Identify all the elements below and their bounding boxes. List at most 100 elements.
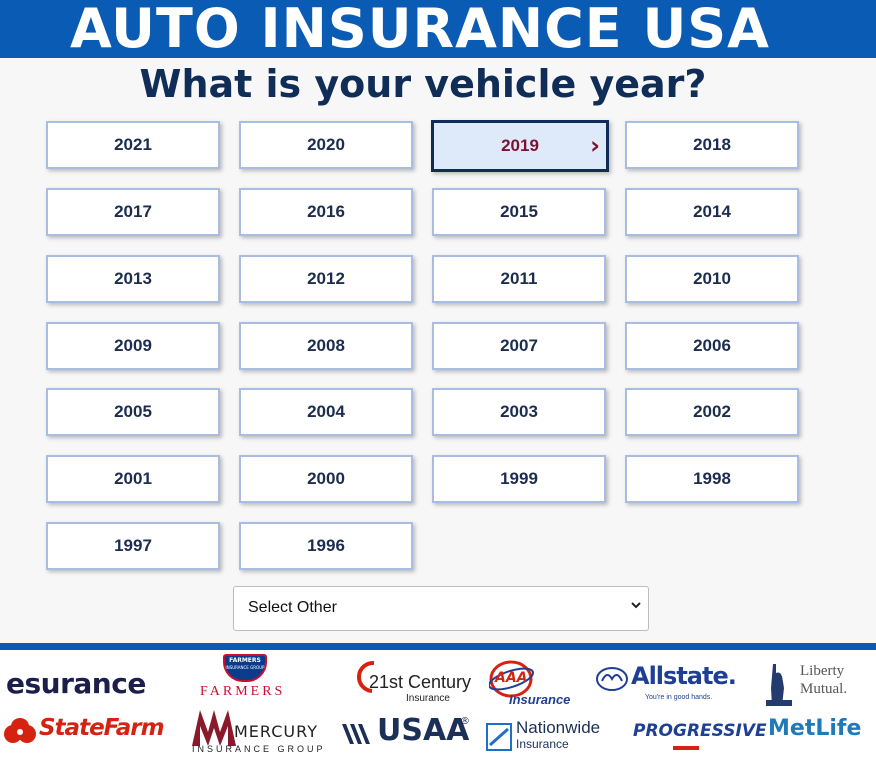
site-title: AUTO INSURANCE USA	[70, 0, 770, 60]
allstate-hands-icon	[596, 667, 628, 691]
year-label: 2012	[307, 269, 345, 288]
header-bar: AUTO INSURANCE USA	[0, 0, 876, 60]
aaa-badge-text: AAA	[495, 670, 528, 686]
year-label: 2011	[500, 269, 538, 288]
farmers-shield-icon: FARMERS INSURANCE GROUP	[223, 654, 267, 682]
year-button-2018[interactable]: 2018	[625, 121, 799, 169]
allstate-wordmark: Allstate.	[631, 662, 737, 690]
year-button-2008[interactable]: 2008	[239, 322, 413, 370]
year-button-1998[interactable]: 1998	[625, 455, 799, 503]
year-label: 2005	[114, 402, 152, 421]
year-label: 1998	[693, 469, 731, 488]
usaa-eagle-icon	[342, 724, 370, 744]
liberty-mutual-logo: Liberty Mutual.	[764, 662, 864, 712]
select-other-label: Select Other	[248, 599, 337, 616]
year-label: 2003	[500, 402, 538, 421]
year-button-2006[interactable]: 2006	[625, 322, 799, 370]
year-button-2003[interactable]: 2003	[432, 388, 606, 436]
nationwide-subtext: Insurance	[516, 737, 569, 751]
year-label: 1996	[307, 536, 345, 555]
year-button-2000[interactable]: 2000	[239, 455, 413, 503]
mercury-wordmark: MERCURY	[234, 722, 318, 741]
year-label: 2004	[307, 402, 345, 421]
year-label: 2014	[693, 202, 731, 221]
year-button-2012[interactable]: 2012	[239, 255, 413, 303]
chevron-right-icon: ›	[590, 131, 600, 160]
year-label: 2000	[307, 469, 345, 488]
year-button-2010[interactable]: 2010	[625, 255, 799, 303]
year-button-2007[interactable]: 2007	[432, 322, 606, 370]
nationwide-wordmark: Nationwide	[516, 718, 601, 737]
aaa-logo: AAA Insurance	[489, 659, 571, 711]
farmers-badge-text: FARMERS	[229, 657, 261, 664]
nationwide-logo: Nationwide Insurance	[486, 718, 616, 754]
year-label: 2013	[114, 269, 152, 288]
progressive-logo: PROGRESSIVE	[633, 721, 767, 751]
allstate-logo: Allstate. You're in good hands.	[595, 662, 737, 704]
insurer-logo-strip: esurance FARMERS INSURANCE GROUP FARMERS…	[0, 650, 876, 761]
year-label: 2007	[500, 336, 538, 355]
year-button-2020[interactable]: 2020	[239, 121, 413, 169]
farmers-badge-subtext: INSURANCE GROUP	[225, 665, 265, 670]
nationwide-eagle-icon	[486, 723, 512, 751]
year-label: 1999	[500, 469, 538, 488]
divider-bar	[0, 643, 876, 650]
year-label: 2002	[693, 402, 731, 421]
mercury-logo: MERCURY INSURANCE GROUP	[190, 708, 323, 758]
year-label: 2015	[500, 202, 538, 221]
21st-century-logo: 21st Century Insurance	[352, 658, 476, 706]
select-other-dropdown[interactable]: Select Other	[233, 586, 649, 631]
year-label: 1997	[114, 536, 152, 555]
year-button-2001[interactable]: 2001	[46, 455, 220, 503]
century-subtext: Insurance	[406, 693, 450, 704]
year-button-2016[interactable]: 2016	[239, 188, 413, 236]
year-button-1997[interactable]: 1997	[46, 522, 220, 570]
progressive-wordmark: PROGRESSIVE	[633, 721, 767, 741]
year-button-1999[interactable]: 1999	[432, 455, 606, 503]
registered-mark: ®	[460, 716, 470, 727]
century-wordmark: 21st Century	[369, 672, 472, 692]
year-button-1996[interactable]: 1996	[239, 522, 413, 570]
year-label: 2020	[307, 135, 345, 154]
year-button-2004[interactable]: 2004	[239, 388, 413, 436]
year-label: 2021	[114, 135, 152, 154]
year-button-2009[interactable]: 2009	[46, 322, 220, 370]
year-label: 2019	[501, 136, 539, 155]
year-label: 2008	[307, 336, 345, 355]
farmers-logo: FARMERS INSURANCE GROUP FARMERS	[196, 654, 300, 699]
metlife-logo: MetLife	[768, 716, 862, 741]
mercury-subtext: INSURANCE GROUP	[192, 744, 326, 754]
question-heading: What is your vehicle year?	[139, 62, 707, 106]
mercury-emblem-icon	[192, 710, 236, 746]
year-button-2015[interactable]: 2015	[432, 188, 606, 236]
farmers-wordmark: FARMERS	[200, 684, 286, 699]
usaa-logo: USAA ®	[340, 713, 474, 752]
year-button-2019[interactable]: 2019 ›	[431, 120, 609, 172]
year-button-2021[interactable]: 2021	[46, 121, 220, 169]
liberty-wordmark: Liberty	[800, 663, 845, 679]
progressive-underline	[673, 746, 699, 750]
year-button-2011[interactable]: 2011	[432, 255, 606, 303]
year-button-2005[interactable]: 2005	[46, 388, 220, 436]
state-farm-wordmark: StateFarm	[39, 715, 165, 741]
year-button-2002[interactable]: 2002	[625, 388, 799, 436]
statue-of-liberty-icon	[766, 664, 792, 706]
year-button-2017[interactable]: 2017	[46, 188, 220, 236]
allstate-tagline: You're in good hands.	[645, 694, 713, 701]
year-label: 2006	[693, 336, 731, 355]
mutual-wordmark: Mutual.	[800, 681, 848, 697]
year-label: 2009	[114, 336, 152, 355]
year-label: 2017	[114, 202, 152, 221]
esurance-logo: esurance	[6, 667, 146, 700]
aaa-wordmark: Insurance	[509, 692, 571, 707]
year-label: 2010	[693, 269, 731, 288]
state-farm-ovals-icon	[4, 718, 36, 743]
usaa-wordmark: USAA	[377, 713, 470, 748]
year-button-2014[interactable]: 2014	[625, 188, 799, 236]
state-farm-logo: StateFarm	[3, 715, 173, 749]
year-label: 2001	[114, 469, 152, 488]
chevron-down-icon	[631, 602, 641, 609]
year-label: 2016	[307, 202, 345, 221]
year-button-2013[interactable]: 2013	[46, 255, 220, 303]
year-label: 2018	[693, 135, 731, 154]
